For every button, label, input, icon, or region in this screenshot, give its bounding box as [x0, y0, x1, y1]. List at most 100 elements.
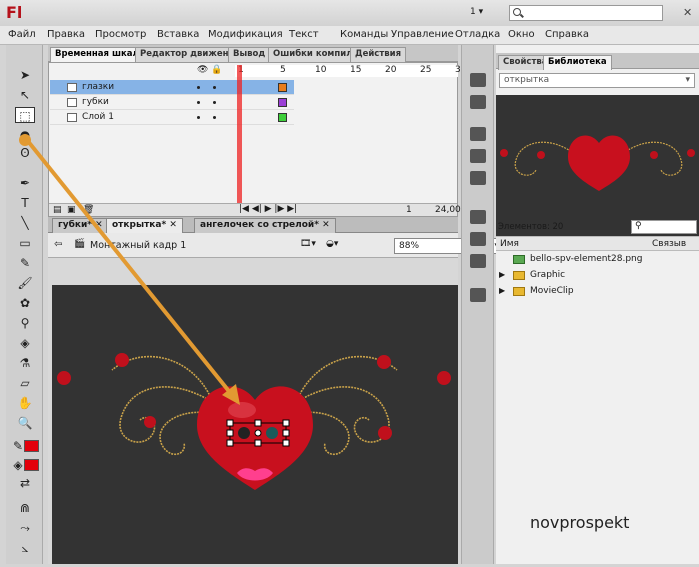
eyedropper-tool-icon[interactable]: ⚗	[15, 355, 35, 371]
free-transform-tool-icon[interactable]: ⬚	[15, 107, 35, 123]
layer-outline-color[interactable]	[278, 113, 287, 122]
col-name[interactable]: Имя	[500, 239, 519, 249]
timeline-layer[interactable]: Слой 1	[50, 110, 294, 125]
lock-dot[interactable]	[213, 116, 216, 119]
stroke-color-swatch[interactable]	[24, 440, 39, 452]
close-icon[interactable]: ✕	[322, 220, 330, 230]
motion-presets-icon[interactable]	[470, 254, 486, 268]
close-icon[interactable]: ✕	[95, 220, 103, 230]
components-icon[interactable]	[470, 232, 486, 246]
help-search-input[interactable]	[509, 5, 663, 21]
lock-dot[interactable]	[213, 86, 216, 89]
watermark: novprospekt	[530, 513, 630, 532]
library-item[interactable]: ▶ Graphic	[496, 268, 699, 284]
fill-color-swatch[interactable]	[24, 459, 39, 471]
text-tool-icon[interactable]: T	[15, 195, 35, 211]
fps-value[interactable]: 24,00	[435, 205, 461, 215]
edit-symbols-icon[interactable]: ◒▾	[326, 239, 338, 249]
playback-controls[interactable]: |◀ ◀| ▶ |▶ ▶|	[239, 204, 297, 214]
zoom-tool-icon[interactable]: 🔍	[15, 415, 35, 431]
frame-number: 20	[385, 65, 397, 75]
library-item[interactable]: bello-spv-element28.png	[496, 252, 699, 268]
hand-tool-icon[interactable]: ✋	[15, 395, 35, 411]
panel-tab[interactable]: Вывод	[228, 47, 271, 62]
menu-item[interactable]: Текст	[289, 29, 319, 40]
selection-tool-icon[interactable]: ➤	[15, 67, 35, 83]
bitmap-icon	[513, 255, 525, 264]
menu-item[interactable]: Окно	[508, 29, 535, 40]
edit-scene-icon[interactable]: 🎞▾	[300, 239, 316, 249]
document-tab[interactable]: губки* ✕	[52, 218, 109, 233]
new-folder-icon[interactable]: ▣	[67, 205, 76, 215]
back-arrow-icon[interactable]: ⇦	[54, 239, 62, 250]
workspace-number: 1	[470, 7, 476, 17]
expand-arrow-icon[interactable]: ▶	[499, 286, 505, 295]
eraser-tool-icon[interactable]: ▱	[15, 375, 35, 391]
code-snippets-icon[interactable]	[470, 210, 486, 224]
playhead[interactable]	[237, 65, 242, 215]
straighten-icon[interactable]: ⦣	[15, 540, 35, 556]
expand-arrow-icon[interactable]: ▶	[499, 270, 505, 279]
new-layer-icon[interactable]: ▤	[53, 205, 62, 215]
timeline-layer[interactable]: глазки	[50, 80, 294, 95]
align-panel-icon[interactable]	[470, 127, 486, 141]
snap-to-objects-icon[interactable]: ⋒	[15, 500, 35, 516]
subselection-tool-icon[interactable]: ↖	[15, 87, 35, 103]
library-item-name: MovieClip	[530, 286, 574, 296]
frame-number: 10	[315, 65, 327, 75]
workspace-selector[interactable]: 1 ▾	[470, 7, 483, 17]
swatches-panel-icon[interactable]	[470, 95, 486, 109]
rectangle-tool-icon[interactable]: ▭	[15, 235, 35, 251]
lock-dot[interactable]	[213, 101, 216, 104]
deco-tool-icon[interactable]: ✿	[15, 295, 35, 311]
close-icon[interactable]: ✕	[683, 6, 692, 19]
project-panel-icon[interactable]	[470, 288, 486, 302]
library-document-select[interactable]: открытка ▾	[499, 73, 695, 88]
delete-layer-icon[interactable]: 🗑	[83, 205, 94, 215]
color-panel-icon[interactable]	[470, 73, 486, 87]
menu-item[interactable]: Справка	[545, 29, 589, 40]
stage-canvas[interactable]	[52, 285, 458, 564]
menu-item[interactable]: Модификация	[208, 29, 283, 40]
library-item[interactable]: ▶ MovieClip	[496, 284, 699, 300]
visibility-dot[interactable]	[197, 101, 200, 104]
library-document-name: открытка	[504, 75, 550, 85]
document-tab[interactable]: ангелочек со стрелой* ✕	[194, 218, 336, 233]
frame-ruler[interactable]: 151015202530	[235, 65, 466, 77]
3d-rotation-tool-icon[interactable]: ●	[15, 127, 35, 143]
brush-tool-icon[interactable]: 🖌	[15, 275, 35, 291]
heart-highlight	[228, 402, 256, 418]
line-tool-icon[interactable]: ╲	[15, 215, 35, 231]
layer-outline-color[interactable]	[278, 98, 287, 107]
menu-item[interactable]: Правка	[47, 29, 85, 40]
timeline-layer[interactable]: губки	[50, 95, 294, 110]
menu-item[interactable]: Команды	[340, 29, 388, 40]
right-panel-tab[interactable]: Библиотека	[543, 55, 612, 70]
swap-colors-icon[interactable]: ⇄	[15, 475, 35, 491]
menu-item[interactable]: Файл	[8, 29, 36, 40]
bone-tool-icon[interactable]: ⚲	[15, 315, 35, 331]
menu-item[interactable]: Управление	[391, 29, 454, 40]
panel-tab[interactable]: Действия	[350, 47, 407, 62]
pencil-tool-icon[interactable]: ✎	[15, 255, 35, 271]
library-search-input[interactable]: ⚲	[631, 220, 697, 234]
lasso-tool-icon[interactable]: ʘ	[15, 145, 35, 161]
transform-panel-icon[interactable]	[470, 171, 486, 185]
pen-tool-icon[interactable]: ✒	[15, 175, 35, 191]
col-links[interactable]: Связыв	[652, 239, 686, 249]
breadcrumb[interactable]: Монтажный кадр 1	[90, 240, 186, 251]
smooth-icon[interactable]: ⤳	[15, 520, 35, 536]
menu-item[interactable]: Отладка	[455, 29, 500, 40]
close-icon[interactable]: ✕	[169, 220, 177, 230]
layer-icon	[67, 98, 77, 107]
menu-item[interactable]: Просмотр	[95, 29, 146, 40]
document-tabs: губки* ✕ открытка* ✕ ангелочек со стрелой*…	[48, 217, 458, 233]
visibility-dot[interactable]	[197, 86, 200, 89]
info-panel-icon[interactable]	[470, 149, 486, 163]
document-tab[interactable]: открытка* ✕	[106, 218, 183, 233]
frame-number: 25	[420, 65, 432, 75]
menu-item[interactable]: Вставка	[157, 29, 199, 40]
paint-bucket-tool-icon[interactable]: ◈	[15, 335, 35, 351]
layer-outline-color[interactable]	[278, 83, 287, 92]
visibility-dot[interactable]	[197, 116, 200, 119]
